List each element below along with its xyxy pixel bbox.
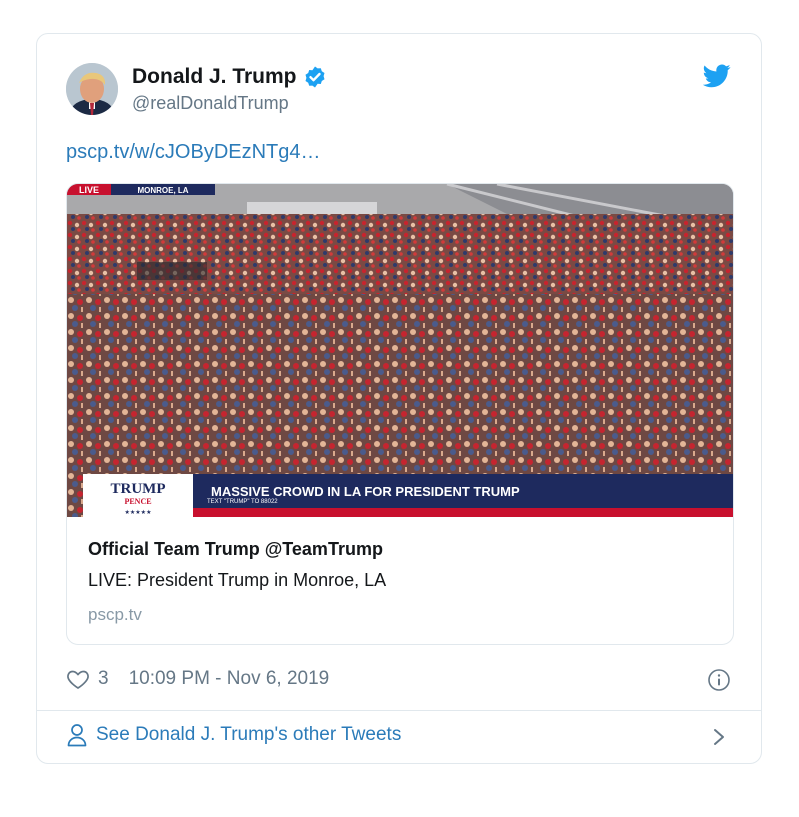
location-badge-text: MONROE, LA bbox=[137, 186, 188, 195]
card-domain: pscp.tv bbox=[88, 605, 142, 624]
author-handle[interactable]: @realDonaldTrump bbox=[132, 93, 289, 114]
like-count[interactable]: 3 bbox=[98, 668, 109, 690]
info-icon[interactable] bbox=[707, 668, 731, 692]
tweet-embed-card: Donald J. Trump @realDonaldTrump pscp.tv… bbox=[36, 33, 762, 764]
card-title: Official Team Trump @TeamTrump bbox=[88, 539, 383, 559]
ticker-text: TEXT "TRUMP" TO 88022 bbox=[207, 499, 278, 505]
footer-divider bbox=[37, 710, 761, 711]
heart-icon[interactable] bbox=[66, 667, 90, 691]
headline-text: MASSIVE CROWD IN LA FOR PRESIDENT TRUMP bbox=[211, 484, 520, 499]
person-icon bbox=[67, 724, 87, 747]
avatar[interactable] bbox=[66, 63, 118, 115]
card-description: LIVE: President Trump in Monroe, LA bbox=[88, 570, 387, 590]
logo-pence-text: PENCE bbox=[124, 497, 151, 506]
logo-trump-text: TRUMP bbox=[111, 481, 166, 497]
link-preview-card[interactable]: LIVE MONROE, LA TEXT "TRUMP" TO 88022 TR… bbox=[66, 183, 734, 645]
tweet-timestamp[interactable]: 10:09 PM - Nov 6, 2019 bbox=[129, 668, 330, 690]
live-badge-text: LIVE bbox=[79, 185, 99, 195]
logo-stars-icon: ★★★★★ bbox=[125, 509, 152, 516]
other-tweets-label[interactable]: See Donald J. Trump's other Tweets bbox=[96, 724, 401, 746]
author-name[interactable]: Donald J. Trump bbox=[132, 65, 297, 89]
video-thumbnail[interactable]: LIVE MONROE, LA TEXT "TRUMP" TO 88022 TR… bbox=[67, 184, 733, 517]
verified-badge-icon bbox=[305, 66, 325, 88]
tweet-link[interactable]: pscp.tv/w/cJOByDEzNTg4… bbox=[66, 141, 321, 164]
other-tweets-link[interactable]: See Donald J. Trump's other Tweets bbox=[66, 723, 401, 747]
twitter-bird-icon[interactable] bbox=[703, 64, 731, 88]
chevron-right-icon[interactable] bbox=[711, 726, 727, 748]
